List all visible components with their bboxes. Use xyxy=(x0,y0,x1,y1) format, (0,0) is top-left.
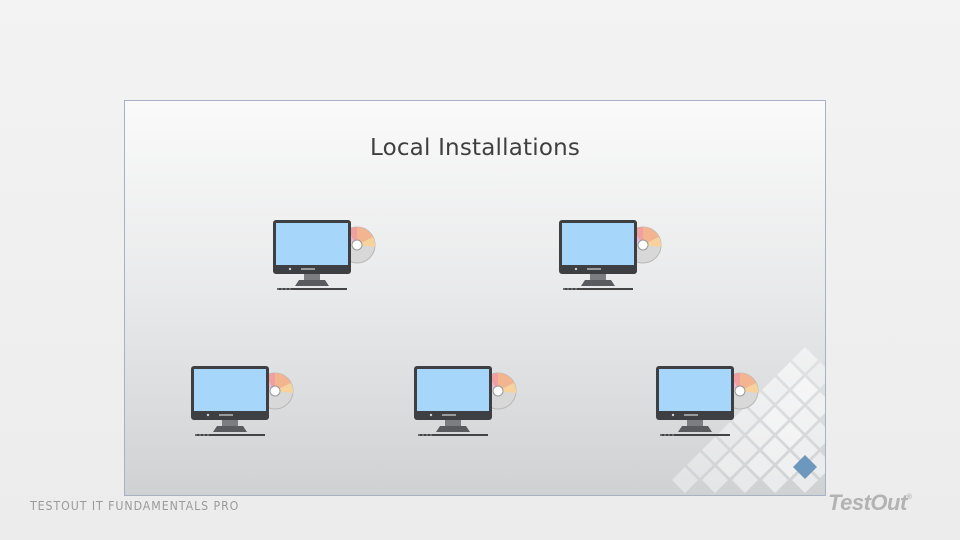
computer-icon xyxy=(654,363,764,443)
slide-canvas: Local Installations xyxy=(124,100,826,496)
computer-icon xyxy=(271,217,381,297)
computer-icon xyxy=(412,363,522,443)
logo-text: TestOut xyxy=(828,490,907,515)
testout-logo: TestOut® xyxy=(828,490,912,516)
trademark-mark: ® xyxy=(906,494,912,501)
course-name: TESTOUT IT FUNDAMENTALS PRO xyxy=(30,499,240,513)
computer-icon xyxy=(557,217,667,297)
computer-icon xyxy=(189,363,299,443)
slide-title: Local Installations xyxy=(369,135,581,161)
